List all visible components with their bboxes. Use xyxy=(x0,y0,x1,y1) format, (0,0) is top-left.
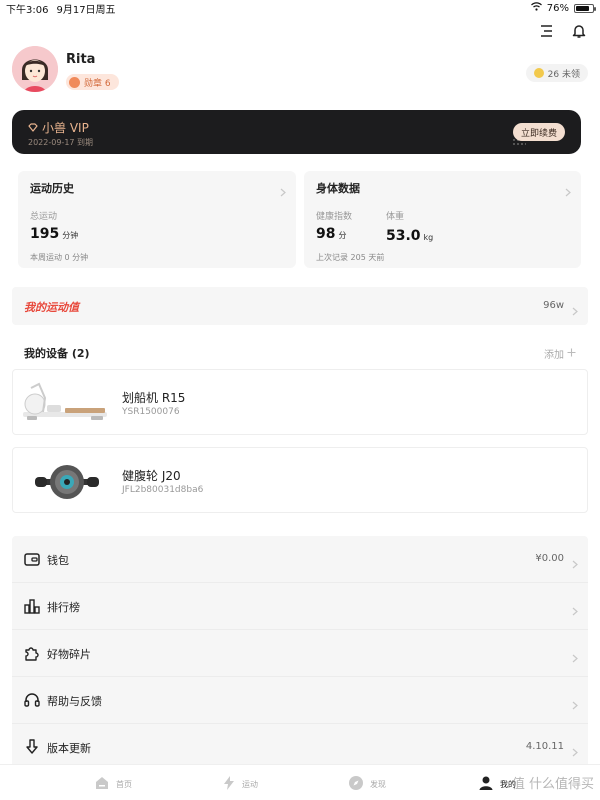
history-card[interactable]: 运动历史 总运动 195 分钟 本周运动 0 分钟 xyxy=(18,171,296,268)
add-device-label: 添加 xyxy=(544,350,564,361)
medal-badge[interactable]: 勋章 6 xyxy=(66,74,119,90)
menu-item-help[interactable]: 帮助与反馈 xyxy=(12,677,588,724)
device-name: 划船机 R15 xyxy=(122,391,186,405)
chevron-right-icon xyxy=(572,301,578,320)
battery-percent: 76% xyxy=(546,2,569,14)
chevron-right-icon xyxy=(572,648,578,667)
chevron-right-icon xyxy=(572,601,578,620)
week-exercise-note: 本周运动 0 分钟 xyxy=(30,253,89,262)
rowing-machine-image xyxy=(21,378,113,428)
status-date: 9月17日周五 xyxy=(56,4,116,16)
download-arrow-icon xyxy=(23,738,41,756)
menu-value: 4.10.11 xyxy=(525,741,564,752)
devices-heading: 我的设备 (2) xyxy=(24,347,90,360)
vip-diamond-icon xyxy=(28,121,38,135)
wallet-icon xyxy=(23,550,41,568)
history-card-title: 运动历史 xyxy=(30,182,74,195)
menu-label: 钱包 xyxy=(47,554,69,567)
health-index-number: 98 xyxy=(316,226,336,242)
chevron-right-icon xyxy=(572,695,578,714)
menu-item-fragments[interactable]: 好物碎片 xyxy=(12,630,588,677)
menu-label: 帮助与反馈 xyxy=(47,695,102,708)
motion-value-amount: 96w xyxy=(543,300,564,311)
bottom-tab-bar: 首页 运动 发现 我的 值 什么值得买 xyxy=(0,764,600,800)
tab-label: 首页 xyxy=(116,779,132,789)
puzzle-icon xyxy=(23,644,41,662)
profile-header: Rita 勋章 6 26 未领 xyxy=(12,46,588,94)
coin-pill[interactable]: 26 未领 xyxy=(525,64,588,82)
watermark: 值 什么值得买 xyxy=(511,777,594,792)
menu-label: 排行榜 xyxy=(47,601,80,614)
battery-icon xyxy=(574,3,596,13)
vip-title: 小兽 VIP xyxy=(28,119,89,136)
device-card[interactable]: 健腹轮 J20 JFL2b80031d8ba6 xyxy=(12,447,588,513)
menu-item-wallet[interactable]: 钱包 ¥0.00 xyxy=(12,536,588,583)
medal-label: 勋章 6 xyxy=(84,78,111,89)
total-exercise-unit: 分钟 xyxy=(62,231,79,240)
total-exercise-label: 总运动 xyxy=(30,212,58,222)
headset-icon xyxy=(23,691,41,709)
device-card[interactable]: 划船机 R15 YSR1500076 xyxy=(12,369,588,435)
menu-item-leaderboard[interactable]: 排行榜 xyxy=(12,583,588,630)
status-time: 下午3:06 xyxy=(6,4,49,16)
ab-wheel-image xyxy=(21,456,113,506)
tab-mine[interactable]: 我的 xyxy=(478,771,516,797)
tab-label: 发现 xyxy=(370,779,386,789)
tab-discover[interactable]: 发现 xyxy=(348,771,386,797)
body-data-card[interactable]: 身体数据 健康指数 98 分 体重 53.0 kg 上次记录 205 天前 xyxy=(304,171,581,268)
weight-label: 体重 xyxy=(386,212,405,222)
settings-menu: 钱包 ¥0.00 排行榜 好物碎片 帮助与反馈 版本更新 4.10.11 xyxy=(12,536,588,772)
menu-label: 好物碎片 xyxy=(47,648,91,661)
bar-chart-icon xyxy=(23,597,41,615)
weight-unit: kg xyxy=(423,233,434,242)
top-actions xyxy=(538,22,588,40)
chevron-right-icon xyxy=(572,554,578,573)
avatar[interactable] xyxy=(12,46,58,92)
health-index-unit: 分 xyxy=(338,231,347,240)
coin-label: 26 未领 xyxy=(547,69,580,80)
menu-value: ¥0.00 xyxy=(535,553,564,564)
weight-number: 53.0 xyxy=(386,228,421,244)
device-serial: JFL2b80031d8ba6 xyxy=(122,485,204,495)
menu-label: 版本更新 xyxy=(47,742,91,755)
menu-icon[interactable] xyxy=(538,22,556,40)
bell-icon[interactable] xyxy=(570,22,588,40)
wifi-icon xyxy=(530,2,542,14)
username: Rita xyxy=(66,52,96,67)
home-icon xyxy=(94,775,110,793)
vip-title-text: 小兽 VIP xyxy=(42,121,89,135)
compass-icon xyxy=(348,775,364,793)
device-serial: YSR1500076 xyxy=(122,407,180,417)
vip-banner[interactable]: 小兽 VIP 2022-09-17 到期 立即续费 xyxy=(12,110,581,154)
chevron-right-icon xyxy=(572,742,578,761)
profile-icon xyxy=(478,775,494,793)
status-bar: 下午3:06 9月17日周五 76% xyxy=(0,0,600,16)
renew-button[interactable]: 立即续费 xyxy=(512,123,565,141)
chevron-right-icon xyxy=(280,182,286,201)
medal-icon xyxy=(69,76,80,88)
tab-sport[interactable]: 运动 xyxy=(222,771,258,797)
last-record-note: 上次记录 205 天前 xyxy=(316,253,385,262)
lightning-icon xyxy=(222,775,236,793)
tab-home[interactable]: 首页 xyxy=(94,771,132,797)
add-device-button[interactable]: 添加 xyxy=(544,346,576,361)
weight-value: 53.0 kg xyxy=(386,228,433,244)
coin-icon xyxy=(533,68,544,78)
health-index-label: 健康指数 xyxy=(316,212,353,222)
total-exercise-value: 195 分钟 xyxy=(30,226,78,242)
health-index-value: 98 分 xyxy=(316,226,346,242)
motion-value-label: 我的运动值 xyxy=(24,301,79,314)
battery-level xyxy=(576,5,589,11)
chevron-right-icon xyxy=(565,182,571,201)
vip-expire-date: 2022-09-17 到期 xyxy=(28,138,94,147)
tab-label: 运动 xyxy=(242,779,258,789)
motion-value-row[interactable]: 我的运动值 96w xyxy=(12,287,588,325)
plus-icon xyxy=(567,348,576,360)
total-exercise-number: 195 xyxy=(30,226,60,242)
body-card-title: 身体数据 xyxy=(316,182,360,195)
device-name: 健腹轮 J20 xyxy=(122,469,181,483)
